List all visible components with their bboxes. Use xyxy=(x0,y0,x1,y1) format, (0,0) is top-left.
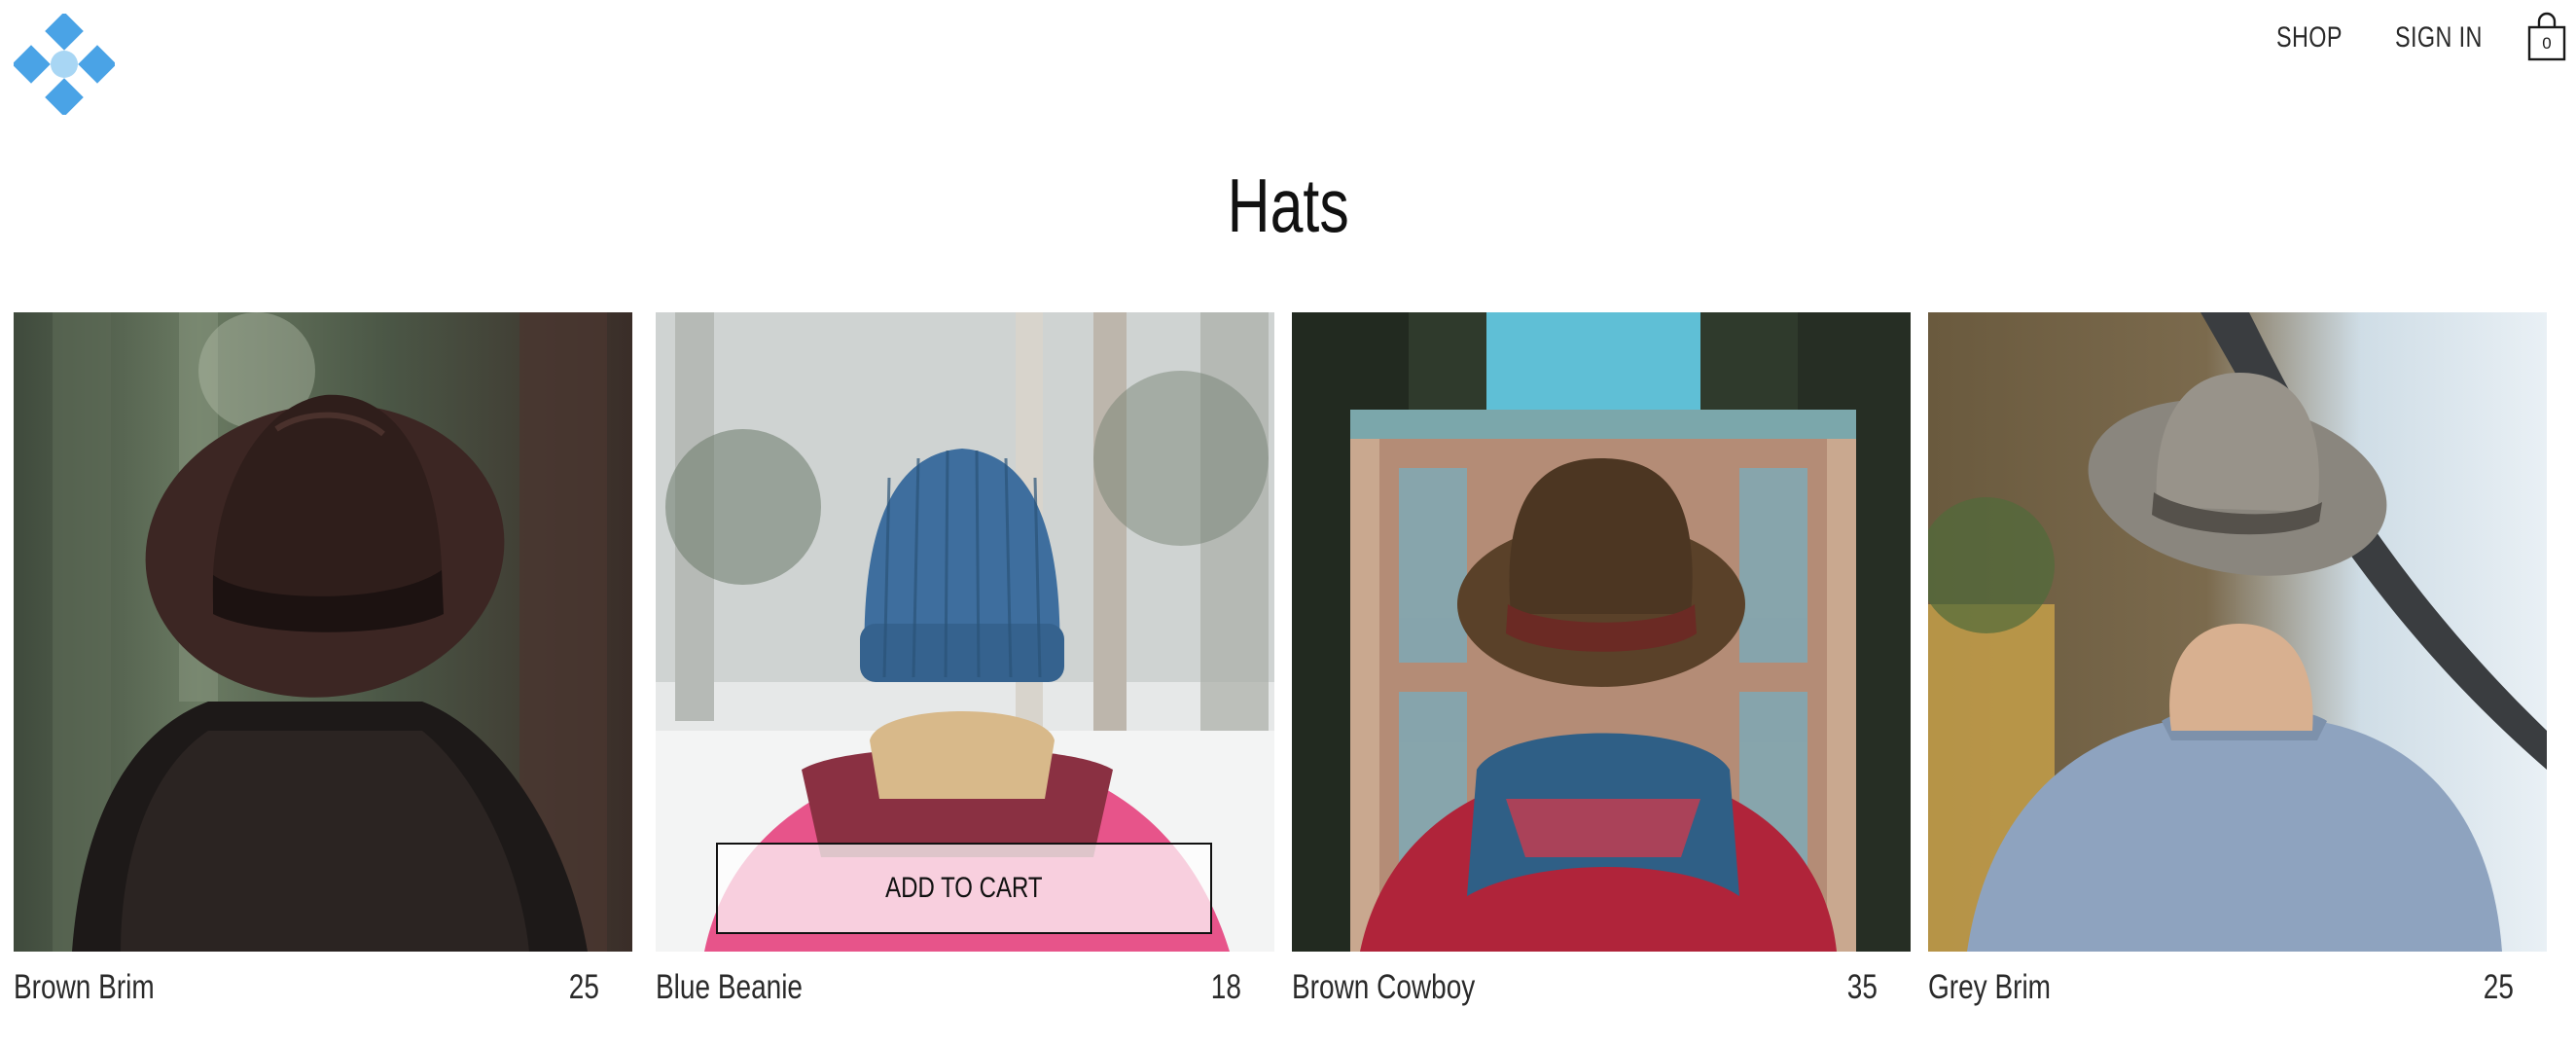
add-to-cart-button[interactable]: ADD TO CART xyxy=(716,843,1212,934)
product-card: Brown Brim 25 xyxy=(14,312,632,1032)
product-footer: Blue Beanie 18 xyxy=(656,958,1274,1017)
product-footer: Grey Brim 25 xyxy=(1928,958,2547,1017)
product-name: Grey Brim xyxy=(1928,968,2051,1006)
cart-count: 0 xyxy=(2542,34,2552,53)
product-image[interactable] xyxy=(1292,312,1911,952)
product-footer: Brown Brim 25 xyxy=(14,958,632,1017)
product-card: Brown Cowboy 35 xyxy=(1292,312,1911,1032)
product-image[interactable] xyxy=(14,312,632,952)
product-price: 35 xyxy=(1846,968,1878,1006)
product-card: Grey Brim 25 xyxy=(1928,312,2547,1032)
nav-signin-link[interactable]: SIGN IN xyxy=(2395,14,2483,62)
product-name: Brown Brim xyxy=(14,968,155,1006)
site-header: SHOP SIGN IN 0 xyxy=(0,0,2576,117)
product-footer: Brown Cowboy 35 xyxy=(1292,958,1911,1017)
product-price: 25 xyxy=(568,968,599,1006)
product-name: Blue Beanie xyxy=(656,968,804,1006)
product-grid: Brown Brim 25 ADD TO CART Blue Beanie 18… xyxy=(14,312,2562,1032)
product-price: 18 xyxy=(1210,968,1241,1006)
product-image[interactable] xyxy=(1928,312,2547,952)
product-image[interactable]: ADD TO CART xyxy=(656,312,1274,952)
nav-shop-link[interactable]: SHOP xyxy=(2276,14,2343,62)
crown-logo-icon[interactable] xyxy=(12,12,117,117)
cart-button[interactable]: 0 xyxy=(2525,12,2568,62)
product-card: ADD TO CART Blue Beanie 18 xyxy=(656,312,1274,1032)
product-price: 25 xyxy=(2483,968,2514,1006)
page-title: Hats xyxy=(1227,162,1349,248)
product-name: Brown Cowboy xyxy=(1292,968,1476,1006)
